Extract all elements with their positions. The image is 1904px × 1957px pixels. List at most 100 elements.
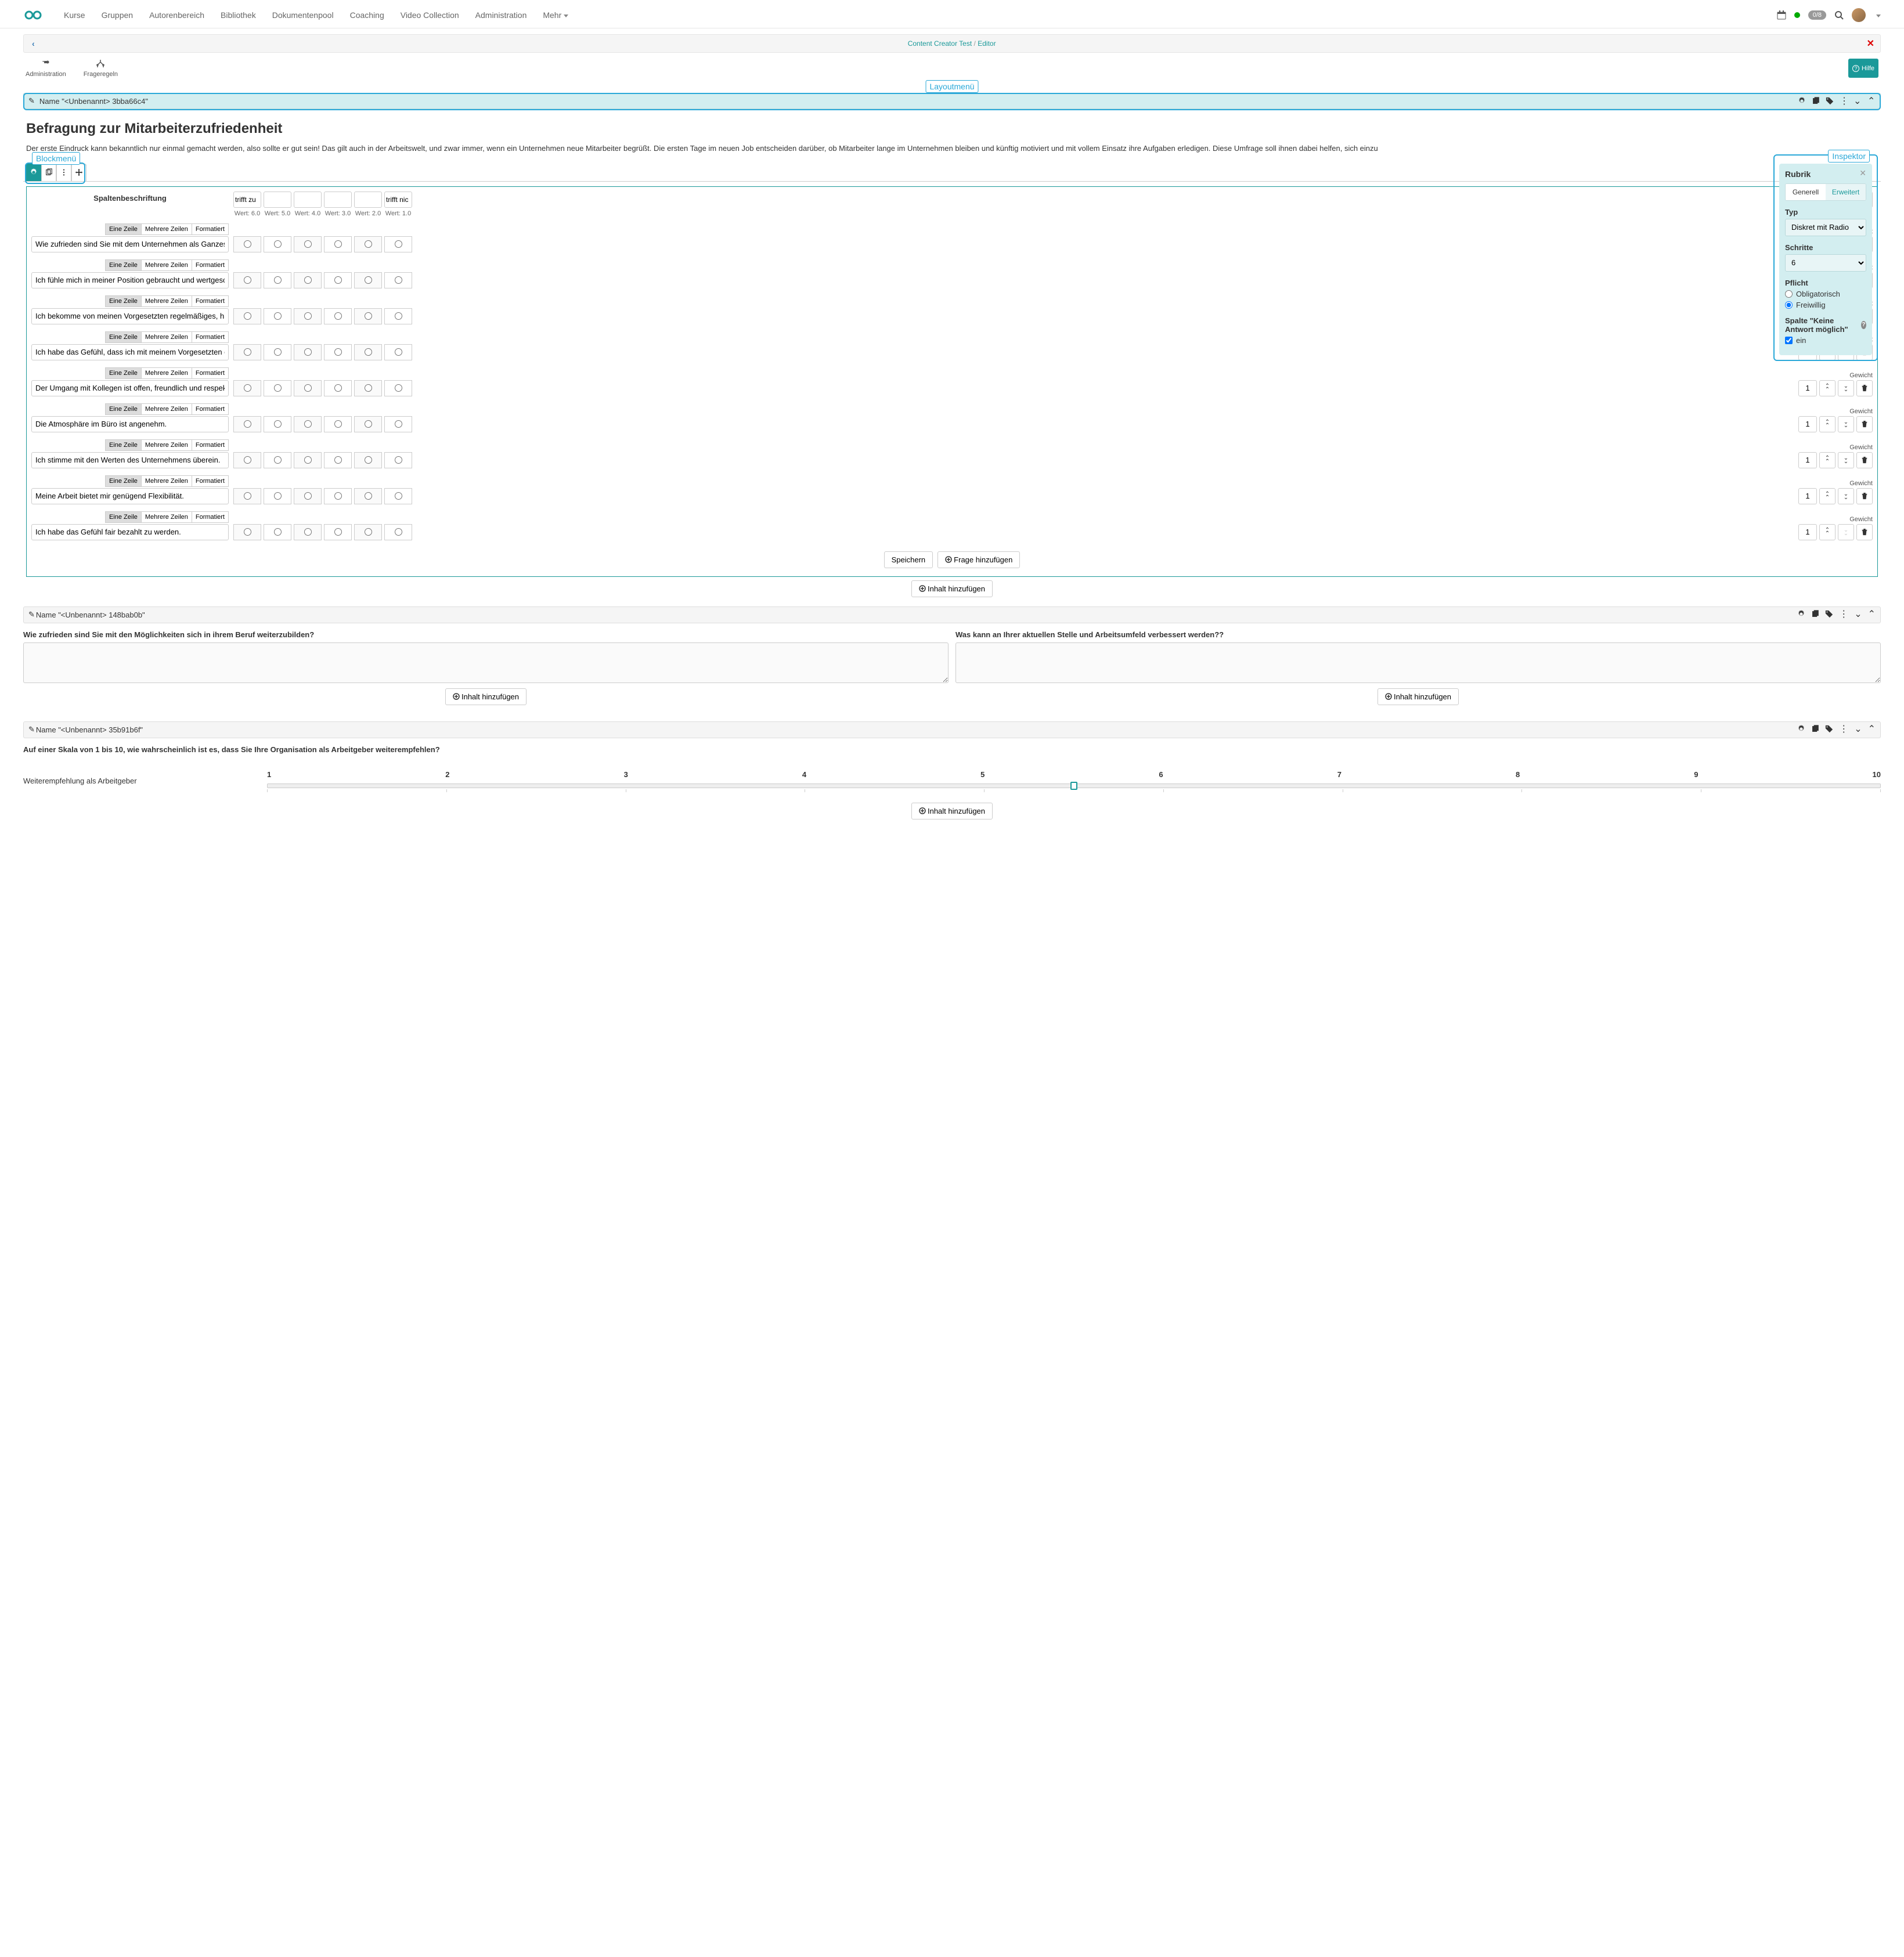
matrix-radio[interactable] (244, 312, 251, 320)
matrix-radio[interactable] (334, 528, 342, 536)
nav-item-administration[interactable]: Administration (467, 5, 535, 26)
matrix-radio[interactable] (304, 276, 312, 284)
matrix-radio[interactable] (365, 420, 372, 428)
weight-input[interactable] (1798, 452, 1817, 468)
delete-row-button[interactable] (1856, 452, 1873, 468)
chevron-up-icon[interactable]: ⌃ (1868, 725, 1876, 734)
matrix-radio[interactable] (274, 456, 282, 464)
radio-freiwillig[interactable]: Freiwillig (1785, 301, 1866, 309)
copy-icon[interactable] (1811, 610, 1819, 620)
weight-down-button[interactable]: ⌄⌄ (1838, 452, 1854, 468)
matrix-radio[interactable] (274, 528, 282, 536)
delete-row-button[interactable] (1856, 488, 1873, 504)
mode-one-line-button[interactable]: Eine Zeile (105, 367, 141, 379)
matrix-radio[interactable] (244, 240, 251, 248)
help-button[interactable]: ? Hilfe (1848, 59, 1878, 78)
delete-row-button[interactable] (1856, 380, 1873, 396)
delete-row-button[interactable] (1856, 416, 1873, 432)
mode-multi-line-button[interactable]: Mehrere Zeilen (141, 295, 192, 307)
chevron-down-icon[interactable]: ⌄ (1854, 610, 1862, 619)
matrix-radio[interactable] (395, 276, 402, 284)
nav-item-gruppen[interactable]: Gruppen (93, 5, 141, 26)
mode-formatted-button[interactable]: Formatiert (192, 259, 229, 271)
weight-up-button[interactable]: ⌃⌃ (1819, 416, 1836, 432)
save-button[interactable]: Speichern (884, 551, 933, 568)
column-label-input[interactable] (294, 192, 322, 208)
weight-down-button[interactable]: ⌄⌄ (1838, 380, 1854, 396)
column-label-input[interactable] (324, 192, 352, 208)
mode-formatted-button[interactable]: Formatiert (192, 511, 229, 523)
weight-input[interactable] (1798, 488, 1817, 504)
delete-row-button[interactable] (1856, 524, 1873, 540)
matrix-radio[interactable] (304, 240, 312, 248)
mode-multi-line-button[interactable]: Mehrere Zeilen (141, 223, 192, 235)
radio-obligatorisch[interactable]: Obligatorisch (1785, 290, 1866, 298)
matrix-radio[interactable] (334, 348, 342, 356)
mode-multi-line-button[interactable]: Mehrere Zeilen (141, 403, 192, 415)
weight-up-button[interactable]: ⌃⌃ (1819, 488, 1836, 504)
matrix-radio[interactable] (395, 348, 402, 356)
tab-general[interactable]: Generell (1786, 184, 1826, 200)
kebab-icon[interactable]: ⋮ (1839, 610, 1848, 619)
matrix-radio[interactable] (395, 528, 402, 536)
mode-multi-line-button[interactable]: Mehrere Zeilen (141, 511, 192, 523)
nav-item-mehr[interactable]: Mehr (535, 5, 576, 26)
copy-icon[interactable] (1811, 725, 1819, 735)
add-content-button-2a[interactable]: Inhalt hinzufügen (445, 688, 527, 705)
mode-one-line-button[interactable]: Eine Zeile (105, 439, 141, 451)
matrix-radio[interactable] (395, 456, 402, 464)
weight-up-button[interactable]: ⌃⌃ (1819, 380, 1836, 396)
pencil-icon[interactable] (28, 725, 36, 734)
block-kebab-button[interactable] (56, 164, 71, 181)
column-label-input[interactable] (354, 192, 382, 208)
nav-item-coaching[interactable]: Coaching (342, 5, 392, 26)
matrix-radio[interactable] (334, 420, 342, 428)
matrix-radio[interactable] (274, 312, 282, 320)
row-text-input[interactable] (31, 524, 229, 540)
mode-multi-line-button[interactable]: Mehrere Zeilen (141, 475, 192, 487)
mode-formatted-button[interactable]: Formatiert (192, 331, 229, 343)
mode-one-line-button[interactable]: Eine Zeile (105, 331, 141, 343)
matrix-radio[interactable] (365, 456, 372, 464)
column-label-input[interactable] (264, 192, 291, 208)
row-text-input[interactable] (31, 344, 229, 360)
textarea-verbesserung[interactable] (955, 642, 1881, 683)
mode-formatted-button[interactable]: Formatiert (192, 223, 229, 235)
slider-track[interactable] (267, 783, 1881, 788)
matrix-radio[interactable] (365, 312, 372, 320)
back-button[interactable]: ‹ (30, 39, 37, 48)
search-icon[interactable] (1834, 10, 1844, 20)
matrix-radio[interactable] (274, 276, 282, 284)
weight-up-button[interactable]: ⌃⌃ (1819, 452, 1836, 468)
checkbox-ein[interactable]: ein (1785, 336, 1866, 345)
mode-formatted-button[interactable]: Formatiert (192, 367, 229, 379)
add-content-button-2b[interactable]: Inhalt hinzufügen (1377, 688, 1459, 705)
matrix-radio[interactable] (244, 492, 251, 500)
avatar[interactable] (1852, 8, 1866, 22)
calendar-icon[interactable] (1777, 10, 1786, 20)
matrix-radio[interactable] (365, 276, 372, 284)
copy-icon[interactable] (1812, 97, 1820, 105)
weight-up-button[interactable]: ⌃⌃ (1819, 524, 1836, 540)
chevron-up-icon[interactable]: ⌃ (1867, 97, 1876, 105)
add-content-button-3[interactable]: Inhalt hinzufügen (911, 803, 993, 819)
mode-multi-line-button[interactable]: Mehrere Zeilen (141, 439, 192, 451)
matrix-radio[interactable] (304, 492, 312, 500)
gear-icon[interactable] (1798, 97, 1806, 105)
kebab-icon[interactable]: ⋮ (1839, 725, 1848, 734)
row-text-input[interactable] (31, 236, 229, 252)
weight-down-button[interactable]: ⌄⌄ (1838, 416, 1854, 432)
matrix-radio[interactable] (304, 312, 312, 320)
chevron-down-icon[interactable]: ⌄ (1853, 97, 1862, 105)
inspector-close-icon[interactable]: ✕ (1859, 168, 1866, 178)
weight-down-button[interactable]: ⌄⌄ (1838, 488, 1854, 504)
help-icon[interactable]: ? (1861, 321, 1866, 329)
notification-badge[interactable]: 0/8 (1808, 10, 1826, 20)
matrix-radio[interactable] (365, 348, 372, 356)
nav-item-autorenbereich[interactable]: Autorenbereich (141, 5, 212, 26)
matrix-radio[interactable] (395, 240, 402, 248)
matrix-radio[interactable] (274, 492, 282, 500)
matrix-radio[interactable] (334, 456, 342, 464)
matrix-radio[interactable] (244, 384, 251, 392)
tab-advanced[interactable]: Erweitert (1826, 184, 1866, 200)
